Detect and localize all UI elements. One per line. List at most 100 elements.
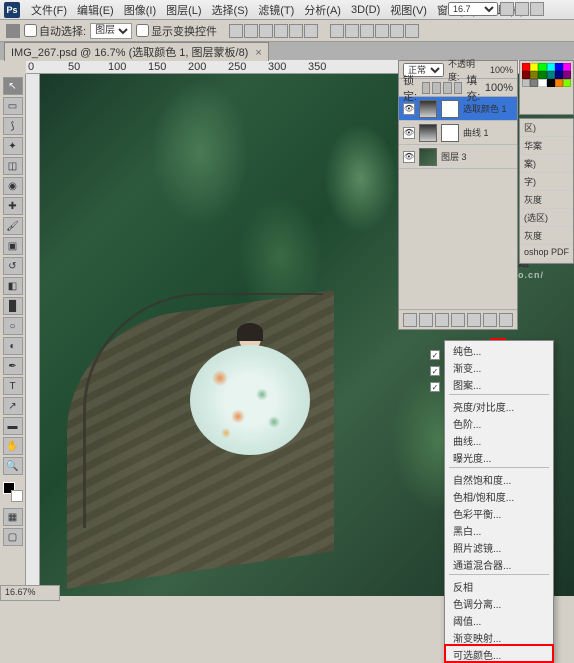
swatches-panel[interactable] bbox=[519, 60, 574, 115]
background-color[interactable] bbox=[11, 490, 23, 502]
menu-file[interactable]: 文件(F) bbox=[31, 2, 67, 18]
align-icon[interactable] bbox=[289, 24, 303, 38]
eraser-tool[interactable]: ◧ bbox=[3, 277, 23, 295]
swatch-color[interactable] bbox=[563, 63, 571, 71]
distribute-icon[interactable] bbox=[345, 24, 359, 38]
swatch-color[interactable] bbox=[538, 71, 546, 79]
heal-tool[interactable]: ✚ bbox=[3, 197, 23, 215]
check-icon[interactable]: ✓ bbox=[430, 350, 440, 360]
adj-menu-item[interactable]: 阈值... bbox=[445, 611, 553, 628]
menu-edit[interactable]: 编辑(E) bbox=[77, 2, 114, 18]
status-zoom[interactable]: 16.67% bbox=[0, 585, 60, 601]
dodge-tool[interactable]: ◐ bbox=[3, 337, 23, 355]
check-icon[interactable]: ✓ bbox=[430, 366, 440, 376]
folder-icon[interactable] bbox=[467, 313, 481, 327]
adj-menu-item[interactable]: 色阶... bbox=[445, 414, 553, 431]
align-icon[interactable] bbox=[274, 24, 288, 38]
adj-menu-item[interactable]: 图案... bbox=[445, 375, 553, 392]
distribute-icon[interactable] bbox=[330, 24, 344, 38]
tab-close-icon[interactable]: × bbox=[255, 47, 261, 59]
lock-pos-icon[interactable] bbox=[443, 82, 452, 94]
brush-tool[interactable]: 🖌 bbox=[3, 217, 23, 235]
color-swatches[interactable] bbox=[3, 482, 23, 502]
menu-image[interactable]: 图像(I) bbox=[124, 2, 156, 18]
history-brush-tool[interactable]: ↺ bbox=[3, 257, 23, 275]
side-item[interactable]: 灰度 bbox=[520, 191, 573, 209]
stamp-tool[interactable]: ▣ bbox=[3, 237, 23, 255]
adj-menu-item[interactable]: 曝光度... bbox=[445, 448, 553, 465]
adj-menu-item[interactable]: 可选颜色... bbox=[445, 645, 553, 662]
side-item[interactable]: 灰度 bbox=[520, 227, 573, 245]
menu-3d[interactable]: 3D(D) bbox=[351, 4, 380, 16]
swatch-color[interactable] bbox=[555, 71, 563, 79]
adj-menu-item[interactable]: 亮度/对比度... bbox=[445, 397, 553, 414]
swatch-color[interactable] bbox=[530, 63, 538, 71]
type-tool[interactable]: T bbox=[3, 377, 23, 395]
fill-value[interactable]: 100% bbox=[485, 82, 513, 94]
swatch-color[interactable] bbox=[563, 79, 571, 87]
shape-tool[interactable]: ▬ bbox=[3, 417, 23, 435]
adj-menu-item[interactable]: 纯色... bbox=[445, 341, 553, 358]
visibility-icon[interactable]: 👁 bbox=[403, 151, 415, 163]
side-item[interactable]: oshop PDF bbox=[520, 245, 573, 263]
zoom-tool[interactable]: 🔍 bbox=[3, 457, 23, 475]
side-item[interactable]: (选区) bbox=[520, 209, 573, 227]
adj-menu-item[interactable]: 反相 bbox=[445, 577, 553, 594]
distribute-icon[interactable] bbox=[375, 24, 389, 38]
swatch-color[interactable] bbox=[555, 79, 563, 87]
menu-filter[interactable]: 滤镜(T) bbox=[258, 2, 294, 18]
swatch-color[interactable] bbox=[530, 79, 538, 87]
layer-row[interactable]: 👁 图层 3 bbox=[399, 145, 517, 169]
adj-menu-item[interactable]: 色调分离... bbox=[445, 594, 553, 611]
fx-icon[interactable] bbox=[419, 313, 433, 327]
swatch-color[interactable] bbox=[522, 79, 530, 87]
swatch-color[interactable] bbox=[538, 63, 546, 71]
menu-layer[interactable]: 图层(L) bbox=[166, 2, 201, 18]
marquee-tool[interactable]: ▭ bbox=[3, 97, 23, 115]
crop-tool[interactable]: ◫ bbox=[3, 157, 23, 175]
move-tool[interactable]: ↖ bbox=[3, 77, 23, 95]
menu-analysis[interactable]: 分析(A) bbox=[304, 2, 341, 18]
side-item[interactable]: 华案 bbox=[520, 137, 573, 155]
adjustment-icon[interactable] bbox=[451, 313, 465, 327]
swatch-color[interactable] bbox=[538, 79, 546, 87]
visibility-icon[interactable]: 👁 bbox=[403, 127, 415, 139]
hand-tool[interactable]: ✋ bbox=[3, 437, 23, 455]
distribute-icon[interactable] bbox=[390, 24, 404, 38]
check-icon[interactable]: ✓ bbox=[430, 382, 440, 392]
side-item[interactable]: 区) bbox=[520, 119, 573, 137]
adj-menu-item[interactable]: 色彩平衡... bbox=[445, 504, 553, 521]
swatch-color[interactable] bbox=[547, 71, 555, 79]
link-icon[interactable] bbox=[403, 313, 417, 327]
gradient-tool[interactable]: █ bbox=[3, 297, 23, 315]
swatch-color[interactable] bbox=[522, 71, 530, 79]
swatch-color[interactable] bbox=[563, 71, 571, 79]
pen-tool[interactable]: ✒ bbox=[3, 357, 23, 375]
minimize-icon[interactable] bbox=[500, 2, 514, 16]
quickmask-tool[interactable]: ▦ bbox=[3, 508, 23, 526]
layer-row[interactable]: 👁 曲线 1 bbox=[399, 121, 517, 145]
distribute-icon[interactable] bbox=[405, 24, 419, 38]
lasso-tool[interactable]: ⟆ bbox=[3, 117, 23, 135]
eyedropper-tool[interactable]: ◉ bbox=[3, 177, 23, 195]
show-transform-check[interactable]: 显示变换控件 bbox=[136, 23, 217, 39]
adj-menu-item[interactable]: 黑白... bbox=[445, 521, 553, 538]
wand-tool[interactable]: ✦ bbox=[3, 137, 23, 155]
close-icon[interactable] bbox=[530, 2, 544, 16]
swatch-color[interactable] bbox=[547, 63, 555, 71]
adj-menu-item[interactable]: 通道混合器... bbox=[445, 555, 553, 572]
trash-icon[interactable] bbox=[499, 313, 513, 327]
align-icon[interactable] bbox=[229, 24, 243, 38]
document-tab[interactable]: IMG_267.psd @ 16.7% (选取颜色 1, 图层蒙板/8) × bbox=[4, 42, 269, 61]
side-item[interactable]: 字) bbox=[520, 173, 573, 191]
align-icon[interactable] bbox=[259, 24, 273, 38]
swatch-color[interactable] bbox=[555, 63, 563, 71]
lock-all-icon[interactable] bbox=[454, 82, 463, 94]
adj-menu-item[interactable]: 曲线... bbox=[445, 431, 553, 448]
lock-pixels-icon[interactable] bbox=[432, 82, 441, 94]
swatch-color[interactable] bbox=[522, 63, 530, 71]
maximize-icon[interactable] bbox=[515, 2, 529, 16]
align-icon[interactable] bbox=[244, 24, 258, 38]
auto-select-target[interactable]: 图层 bbox=[90, 23, 132, 39]
menu-view[interactable]: 视图(V) bbox=[390, 2, 427, 18]
